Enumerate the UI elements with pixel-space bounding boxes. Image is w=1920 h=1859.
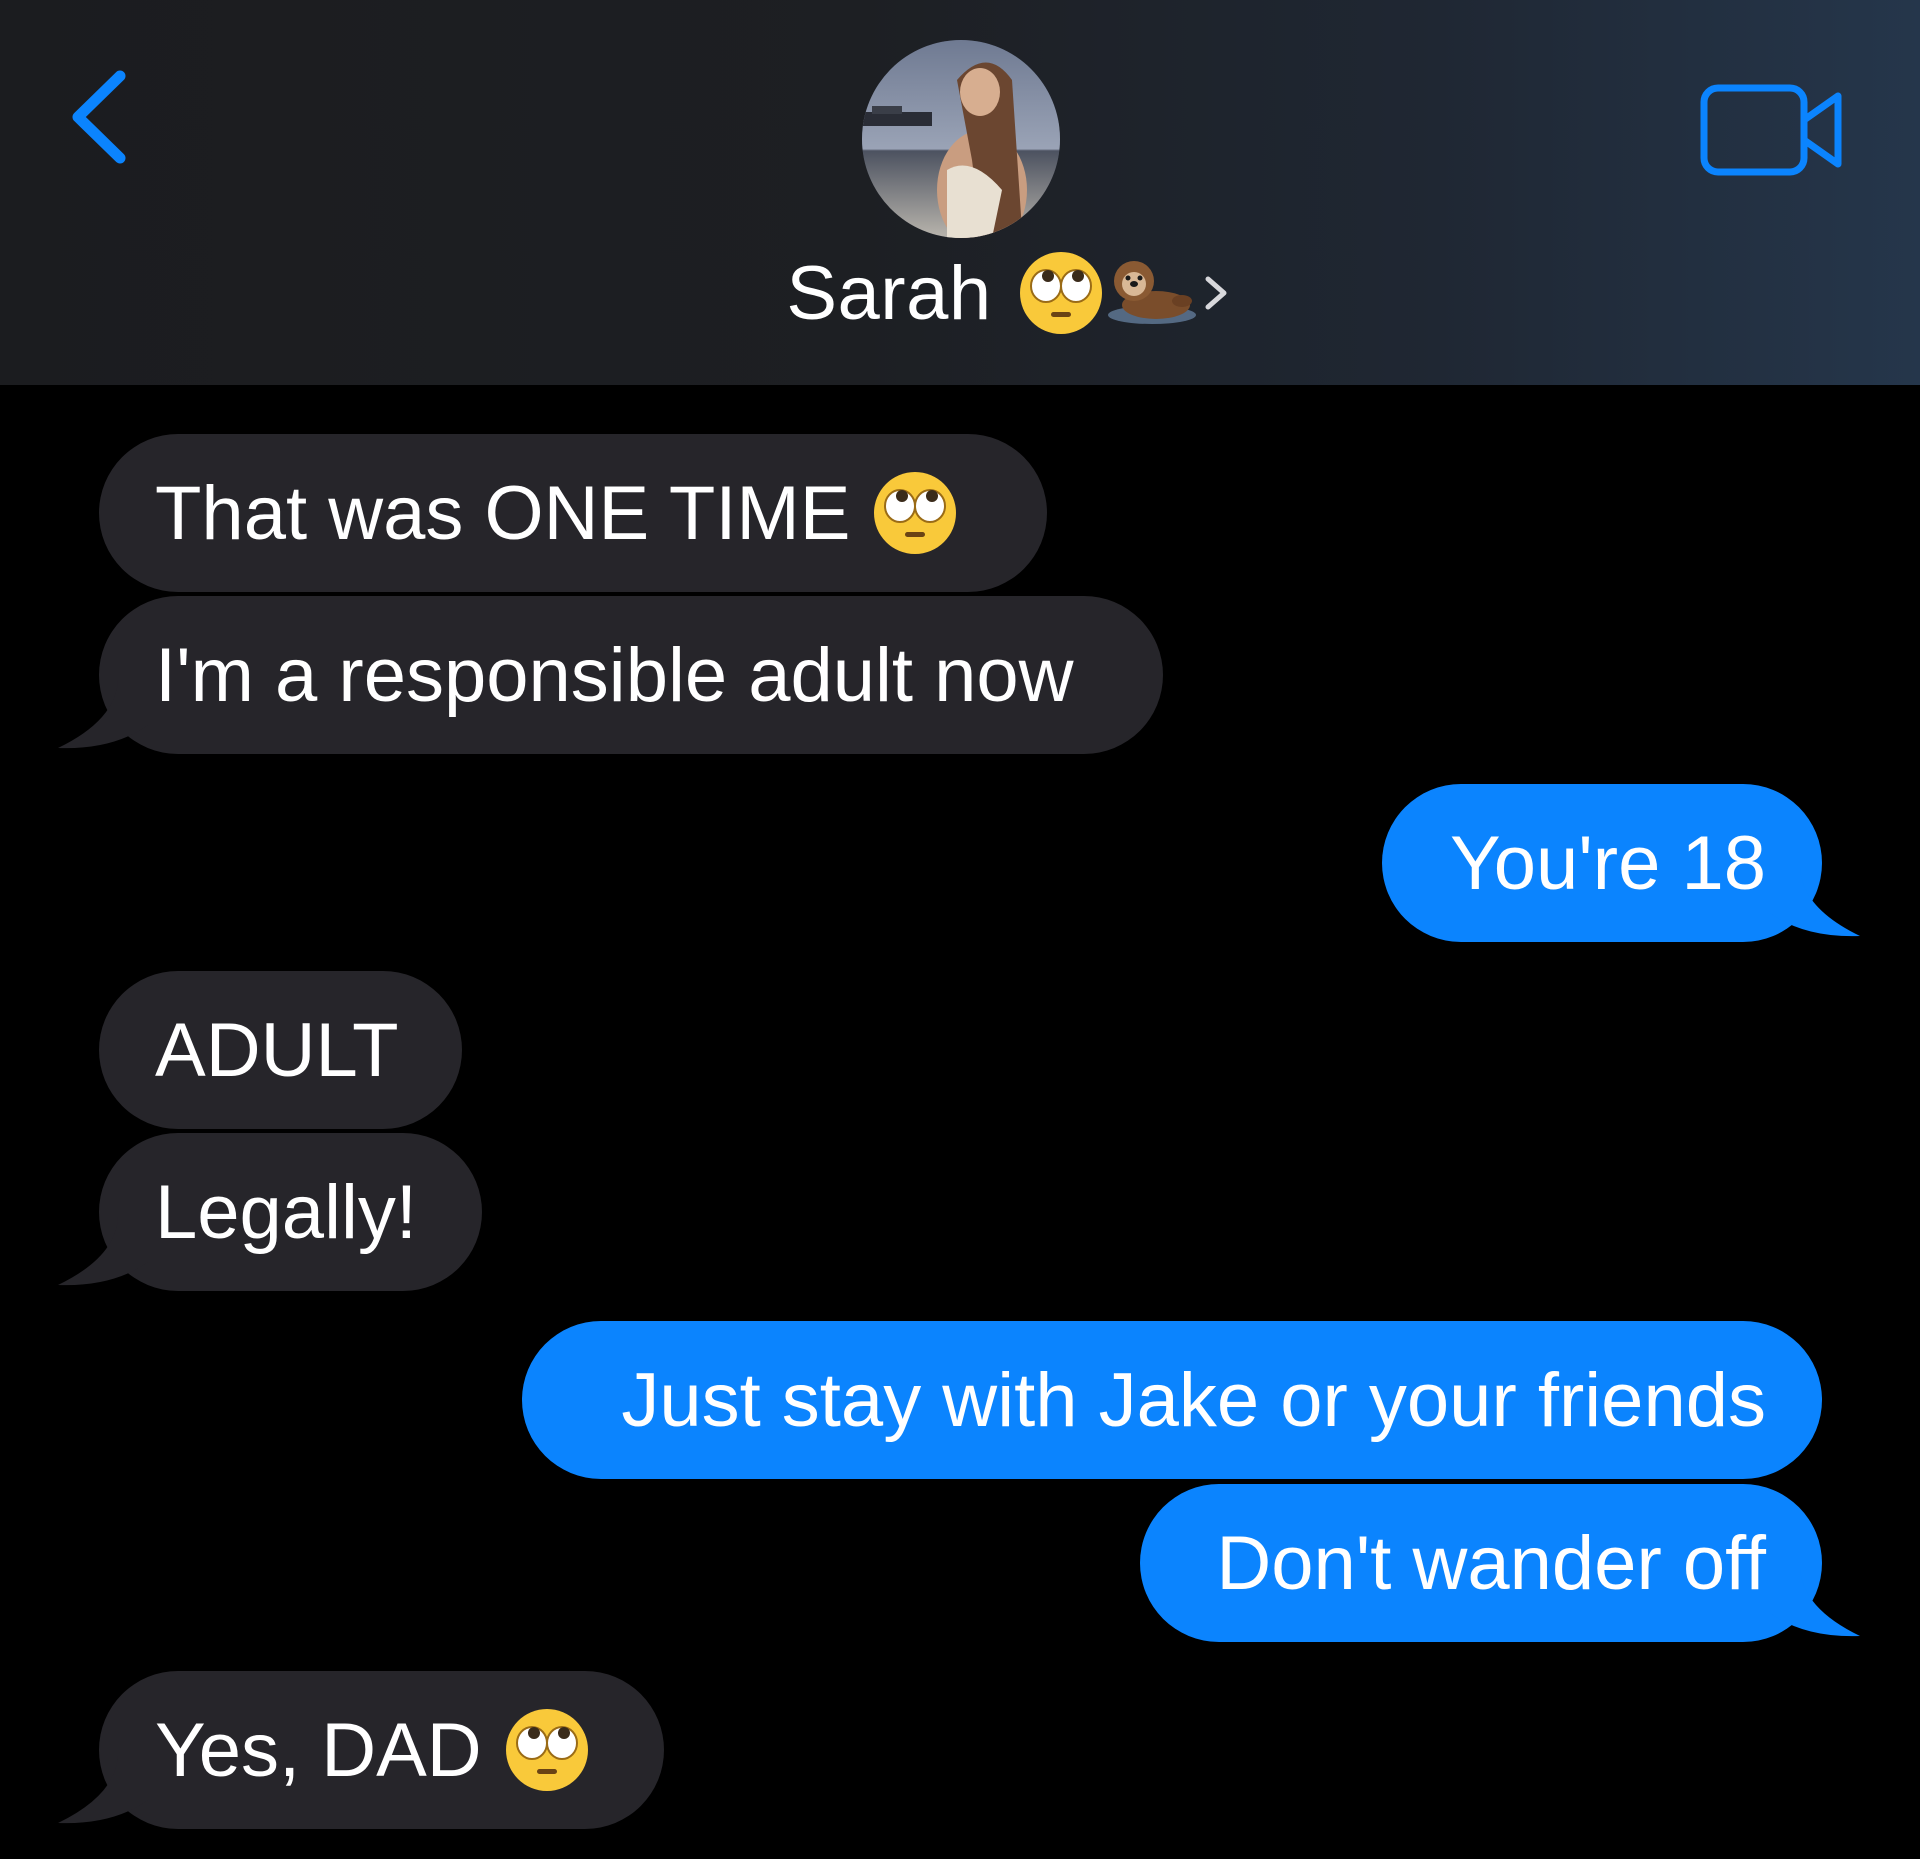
message-text: Don't wander off [1216, 1520, 1766, 1606]
face-with-rolling-eyes-emoji [874, 472, 957, 554]
message-text: Just stay with Jake or your friends [621, 1357, 1766, 1443]
conversation-header: Sarah [0, 0, 1920, 385]
message-text: You're 18 [1450, 820, 1766, 906]
message-text: That was ONE TIME [155, 470, 851, 556]
message-bubble-incoming[interactable]: That was ONE TIME [99, 434, 1047, 592]
message-text: Yes, DAD [155, 1707, 482, 1793]
message-text: Legally! [155, 1169, 417, 1255]
contact-photo [862, 40, 1060, 238]
video-camera-icon [1700, 84, 1842, 176]
message-text: ADULT [155, 1007, 399, 1093]
otter-emoji [1107, 261, 1196, 324]
face-with-rolling-eyes-emoji [505, 1709, 588, 1791]
message-bubble-incoming[interactable]: Legally! [99, 1133, 482, 1291]
contact-name: Sarah [786, 250, 992, 336]
bubble-tail [1770, 868, 1860, 937]
message-bubble-outgoing[interactable]: You're 18 [1382, 784, 1822, 942]
message-bubble-outgoing[interactable]: Just stay with Jake or your friends [522, 1321, 1822, 1479]
message-bubble-incoming[interactable]: ADULT [99, 971, 462, 1129]
bubble-tail [58, 1755, 148, 1824]
face-with-rolling-eyes-emoji [1019, 252, 1102, 334]
video-call-button[interactable] [1700, 82, 1845, 178]
chevron-right-icon [1205, 276, 1227, 310]
bubble-tail [58, 1217, 148, 1286]
chevron-left-icon [72, 70, 126, 164]
back-button[interactable] [62, 62, 142, 172]
avatar[interactable] [862, 40, 1060, 238]
message-bubble-incoming[interactable]: Yes, DAD [99, 1671, 664, 1829]
bubble-tail [1770, 1568, 1860, 1637]
message-bubble-outgoing[interactable]: Don't wander off [1140, 1484, 1822, 1642]
message-text: I'm a responsible adult now [155, 632, 1074, 718]
bubble-tail [58, 680, 148, 749]
contact-name-button[interactable]: Sarah [0, 248, 1920, 338]
message-bubble-incoming[interactable]: I'm a responsible adult now [99, 596, 1163, 754]
